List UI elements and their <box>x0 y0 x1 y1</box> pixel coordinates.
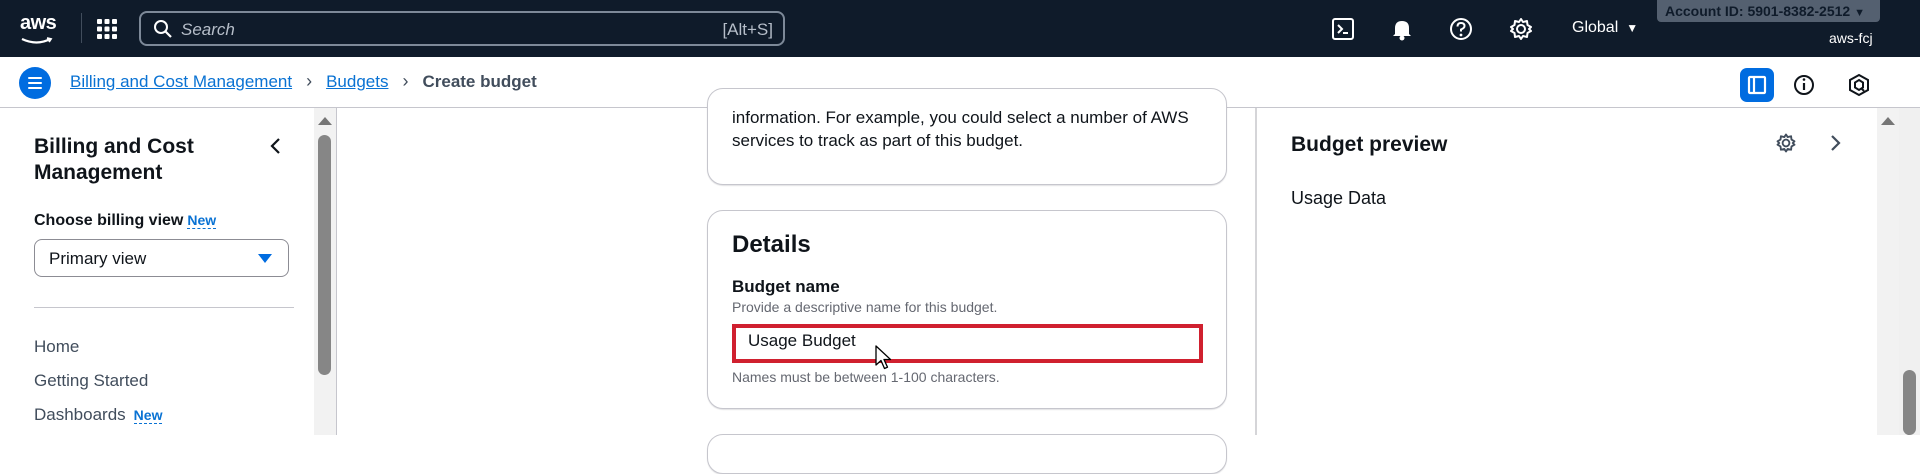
amazon-q-icon[interactable] <box>1842 68 1876 102</box>
details-heading: Details <box>732 231 811 258</box>
chevron-left-icon[interactable] <box>266 136 286 156</box>
chevron-right-icon[interactable] <box>1825 133 1845 153</box>
budget-name-constraint: Names must be between 1-100 characters. <box>732 369 1000 385</box>
budget-name-description: Provide a descriptive name for this budg… <box>732 299 998 315</box>
sidebar-scrollbar-thumb[interactable] <box>318 135 331 375</box>
caret-down-icon: ▼ <box>1626 21 1639 35</box>
nav-divider <box>81 13 82 43</box>
billing-view-label: Choose billing view New <box>34 212 217 230</box>
region-selector[interactable]: Global ▼ <box>1572 19 1638 37</box>
sidebar-item-label: Dashboards <box>34 405 126 424</box>
budget-name-label: Budget name <box>732 277 840 296</box>
caret-down-icon <box>258 254 272 263</box>
budget-preview-title: Budget preview <box>1291 133 1448 156</box>
sidebar-item-getting-started[interactable]: Getting Started <box>34 371 148 391</box>
search-shortcut: [Alt+S] <box>722 20 773 39</box>
services-grid-icon[interactable] <box>95 17 119 41</box>
new-badge[interactable]: New <box>187 212 217 229</box>
user-name[interactable]: aws-fcj <box>1829 30 1873 46</box>
preview-scrollbar[interactable] <box>1877 108 1899 435</box>
next-section-card <box>707 434 1227 474</box>
split-panel-toggle-icon[interactable] <box>1740 68 1774 102</box>
info-icon[interactable] <box>1787 68 1821 102</box>
sidebar-item-dashboards[interactable]: Dashboards New <box>34 405 163 425</box>
billing-view-value: Primary view <box>49 249 147 268</box>
bell-icon[interactable] <box>1389 16 1415 42</box>
search-input[interactable]: Search [Alt+S] <box>139 11 785 46</box>
caret-down-icon: ▼ <box>1854 7 1865 19</box>
mouse-cursor-icon <box>875 345 892 370</box>
billing-view-select[interactable]: Primary view <box>34 239 289 277</box>
details-card: Details Budget name Provide a descriptiv… <box>707 210 1227 409</box>
region-label: Global <box>1572 19 1619 36</box>
main-content: information. For example, you could sele… <box>337 88 1255 474</box>
sidebar-title[interactable]: Billing and Cost Management <box>34 134 254 186</box>
account-id-text: Account ID: 5901-8382-2512 <box>1665 3 1851 19</box>
breadcrumb: Billing and Cost Management › Budgets › … <box>70 71 537 92</box>
cloudshell-icon[interactable] <box>1330 16 1356 42</box>
aws-smile-icon <box>21 37 53 44</box>
settings-icon[interactable] <box>1508 16 1534 42</box>
menu-button[interactable] <box>19 67 51 99</box>
page-scrollbar-thumb[interactable] <box>1903 370 1916 435</box>
billing-view-label-text: Choose billing view <box>34 212 184 229</box>
breadcrumb-billing-link[interactable]: Billing and Cost Management <box>70 72 292 92</box>
scroll-up-arrow-icon[interactable] <box>318 117 332 125</box>
budget-name-input[interactable]: Usage Budget <box>732 324 1203 363</box>
chevron-right-icon: › <box>402 71 409 91</box>
scope-description: information. For example, you could sele… <box>732 108 1189 150</box>
aws-logo-text: aws <box>20 12 57 34</box>
search-placeholder: Search <box>181 20 235 39</box>
account-id-menu[interactable]: Account ID: 5901-8382-2512 ▼ <box>1657 0 1880 22</box>
scroll-up-arrow-icon[interactable] <box>1881 117 1895 125</box>
sidebar-item-home[interactable]: Home <box>34 337 79 357</box>
breadcrumb-budgets-link[interactable]: Budgets <box>326 72 388 92</box>
aws-logo[interactable]: aws <box>20 12 60 44</box>
usage-data-label: Usage Data <box>1291 188 1387 208</box>
breadcrumb-current: Create budget <box>422 71 537 91</box>
search-icon <box>154 20 172 38</box>
sidebar-divider <box>34 307 294 308</box>
help-icon[interactable] <box>1448 16 1474 42</box>
chevron-right-icon: › <box>306 71 313 91</box>
preferences-gear-icon[interactable] <box>1775 132 1797 154</box>
budget-preview-panel: Budget preview Usage Data <box>1257 108 1877 435</box>
top-navigation: aws Search [Alt+S] Global ▼ Account ID: 5… <box>0 0 1920 57</box>
side-navigation: Billing and Cost Management Choose billi… <box>0 108 314 435</box>
budget-scope-card: information. For example, you could sele… <box>707 88 1227 185</box>
new-badge[interactable]: New <box>133 407 163 424</box>
